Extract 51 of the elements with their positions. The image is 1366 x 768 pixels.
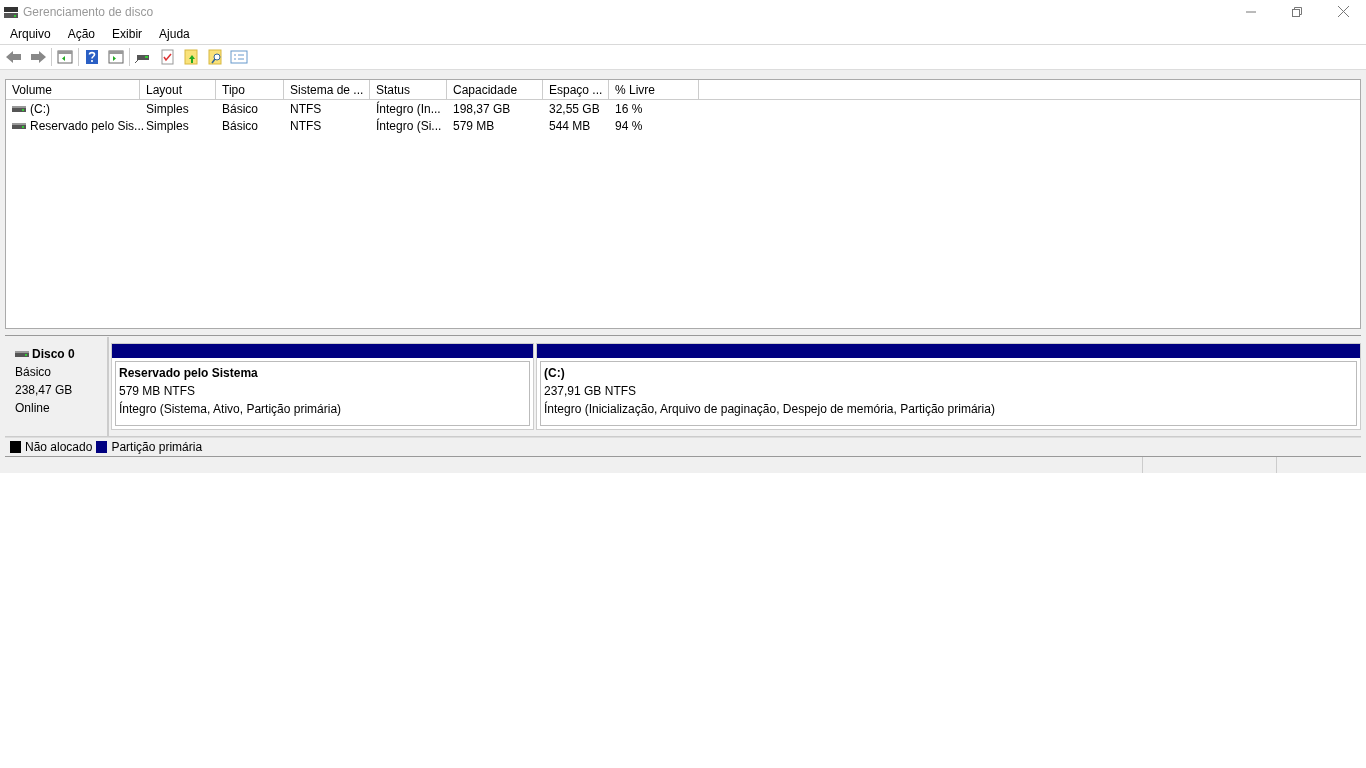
drive-icon [12, 104, 26, 113]
partition-size: 579 MB NTFS [119, 383, 197, 400]
panel-icon[interactable] [54, 47, 76, 67]
table-cell-text: Básico [222, 117, 259, 135]
restore-icon [1292, 6, 1302, 17]
column-header[interactable]: Capacidade [447, 80, 543, 100]
table-cell-text: Simples [146, 117, 189, 135]
table-cell-text: Íntegro (In... [376, 100, 441, 118]
menu-item[interactable]: Arquivo [3, 23, 58, 44]
table-cell-text: 544 MB [549, 117, 591, 135]
disk-management-icon [3, 4, 19, 19]
table-cell-text: Simples [146, 100, 189, 118]
partition-status: Íntegro (Sistema, Ativo, Partição primária) [119, 400, 343, 418]
table-cell-text: NTFS [290, 100, 322, 118]
table-cell-text: Íntegro (Si... [376, 117, 442, 135]
table-cell-text: 94 % [615, 117, 643, 135]
window-title: Gerenciamento de disco [23, 3, 154, 21]
column-header[interactable]: Status [370, 80, 447, 100]
column-header[interactable]: Sistema de ... [284, 80, 370, 100]
partition-size: 237,91 GB NTFS [544, 383, 638, 400]
table-cell-text: (C:) [30, 100, 50, 118]
table-cell-text: NTFS [290, 117, 322, 135]
legend-label: Não alocado [25, 439, 93, 456]
table-cell-text: 16 % [615, 100, 643, 118]
menu-item[interactable]: Ação [60, 23, 103, 44]
drive-icon [12, 121, 26, 130]
menu-item[interactable]: Exibir [105, 23, 150, 44]
column-header[interactable]: Volume [6, 80, 140, 100]
table-cell-text: 198,37 GB [453, 100, 511, 118]
disk-status: Online [15, 400, 51, 417]
partition-name: Reservado pelo Sistema [119, 365, 259, 382]
legend-label: Partição primária [111, 439, 203, 456]
menu-item[interactable]: Ajuda [152, 23, 197, 44]
partition-block[interactable]: (C:) 237,91 GB NTFS Íntegro (Inicialização, Arquivo de paginação, Despejo de memória, Partição primária) [536, 343, 1361, 430]
table-cell-text: 32,55 GB [549, 100, 600, 118]
close-icon [1337, 6, 1349, 17]
disk-size: 238,47 GB [15, 382, 74, 399]
column-header[interactable]: Layout [140, 80, 216, 100]
partition-block[interactable]: Reservado pelo Sistema 579 MB NTFS Íntegro (Sistema, Ativo, Partição primária) [111, 343, 534, 430]
panel-icon[interactable] [105, 47, 127, 67]
column-header[interactable]: % Livre [609, 80, 699, 100]
table-cell-text: Básico [222, 100, 259, 118]
table-cell-text: 579 MB [453, 117, 495, 135]
drive-icon [15, 350, 29, 358]
partition-name: (C:) [544, 365, 566, 382]
column-header[interactable]: Espaço ... [543, 80, 609, 100]
disk-type: Básico [15, 364, 53, 381]
disk-name: Disco 0 [32, 346, 75, 363]
table-cell-text: Reservado pelo Sis... [30, 117, 145, 135]
column-header[interactable]: Tipo [216, 80, 284, 100]
partition-status: Íntegro (Inicialização, Arquivo de paginação, Despejo de memória, Partição primária) [544, 400, 996, 418]
